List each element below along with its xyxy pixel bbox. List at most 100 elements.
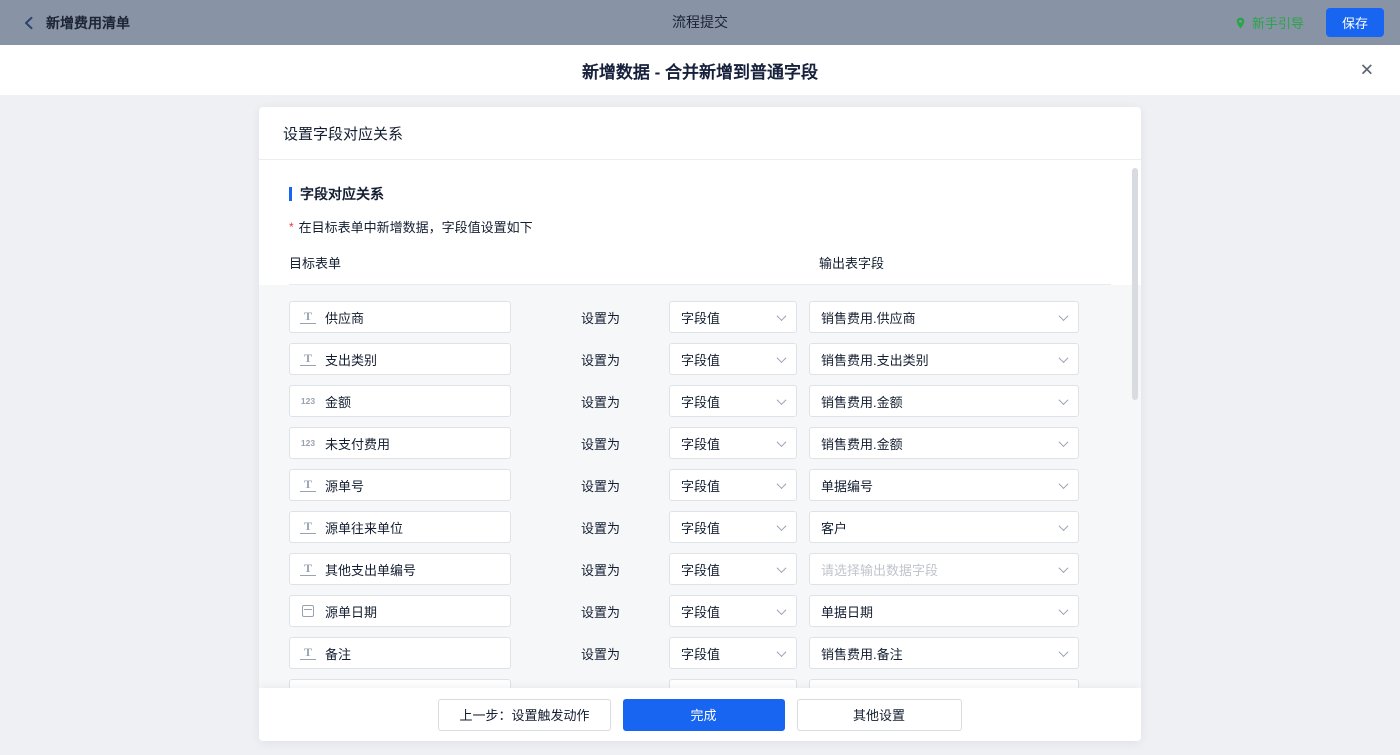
target-field-input[interactable]: 123 未支付费用	[289, 427, 511, 459]
set-as-label: 设置为	[581, 604, 621, 620]
topbar-actions: 新手引导 保存	[1234, 8, 1384, 37]
chevron-down-icon	[776, 520, 787, 531]
location-pin-icon	[1236, 17, 1245, 28]
field-mapping-row: T 供应商 设置为 字段值 销售费用.供应商	[289, 301, 1111, 333]
output-field-select[interactable]: 销售费用.支出类别	[809, 343, 1079, 375]
field-mapping-row: T 备注 设置为 字段值 销售费用.备注	[289, 637, 1111, 669]
output-field-select[interactable]: 销售费用.备注	[809, 637, 1079, 669]
close-icon: ✕	[1359, 60, 1374, 80]
set-as-label: 设置为	[581, 478, 621, 494]
output-field-value: 销售费用.金额	[821, 394, 903, 410]
value-mode-select[interactable]: 字段值	[669, 637, 797, 669]
value-mode-select[interactable]: 字段值	[669, 595, 797, 627]
target-field-name: 源单号	[325, 478, 365, 494]
done-button[interactable]: 完成	[622, 698, 785, 731]
target-field-input[interactable]: T 其他支出单编号	[289, 553, 511, 585]
required-mark: *	[289, 219, 294, 234]
value-mode-select[interactable]: 字段值	[669, 553, 797, 585]
chevron-down-icon	[1058, 478, 1069, 489]
column-headers: 目标表单 输出表字段	[289, 253, 1111, 285]
field-mapping-row: T 源单往来单位 设置为 字段值 客户	[289, 511, 1111, 543]
chevron-down-icon	[776, 310, 787, 321]
output-field-select[interactable]: 请选择输出数据字段	[809, 553, 1079, 585]
field-mapping-row: T 源单号 设置为 字段值 单据编号	[289, 469, 1111, 501]
output-field-select[interactable]	[809, 679, 1079, 688]
text-field-icon: T	[300, 310, 316, 324]
other-settings-button[interactable]: 其他设置	[796, 698, 962, 731]
modal-header: 新增数据 - 合并新增到普通字段 ✕	[0, 45, 1400, 95]
target-field-input[interactable]: 123 金额	[289, 385, 511, 417]
output-field-select[interactable]: 客户	[809, 511, 1079, 543]
target-field-input[interactable]: T 源单往来单位	[289, 511, 511, 543]
target-field-name: 支出类别	[325, 352, 378, 368]
modal-title: 新增数据 - 合并新增到普通字段	[581, 62, 819, 82]
output-field-select[interactable]: 销售费用.金额	[809, 427, 1079, 459]
target-field-input[interactable]: T 供应商	[289, 301, 511, 333]
field-mapping-row: T 其他支出单编号 设置为 字段值 请选择输出数据字段	[289, 553, 1111, 585]
chevron-left-icon	[25, 16, 33, 29]
value-mode-value: 字段值	[681, 478, 721, 494]
scrollbar-thumb[interactable]	[1132, 168, 1138, 400]
target-field-input[interactable]: T 备注	[289, 637, 511, 669]
value-mode-select[interactable]	[669, 679, 797, 688]
top-app-bar: 新增费用清单 流程提交 新手引导 保存	[0, 0, 1400, 45]
text-field-icon: T	[300, 562, 316, 576]
value-mode-select[interactable]: 字段值	[669, 343, 797, 375]
number-field-icon: 123	[300, 437, 316, 448]
chevron-down-icon	[776, 478, 787, 489]
date-field-icon	[300, 605, 316, 617]
accent-bar	[289, 187, 292, 201]
hint-label: 在目标表单中新增数据，字段值设置如下	[298, 220, 533, 235]
field-mapping-row-partial	[289, 679, 1111, 688]
set-as-label: 设置为	[581, 352, 621, 368]
panel-header: 设置字段对应关系	[259, 107, 1141, 160]
field-mapping-row: T 支出类别 设置为 字段值 销售费用.支出类别	[289, 343, 1111, 375]
chevron-down-icon	[776, 352, 787, 363]
beginner-guide-button[interactable]: 新手引导	[1234, 13, 1304, 32]
target-field-input[interactable]: T 源单号	[289, 469, 511, 501]
output-field-select[interactable]: 单据编号	[809, 469, 1079, 501]
target-field-name: 供应商	[325, 310, 365, 326]
target-field-name: 其他支出单编号	[325, 562, 417, 578]
chevron-down-icon	[776, 436, 787, 447]
text-field-icon: T	[300, 352, 316, 366]
output-field-value: 销售费用.供应商	[821, 310, 916, 326]
chevron-down-icon	[1058, 352, 1069, 363]
value-mode-select[interactable]: 字段值	[669, 511, 797, 543]
close-button[interactable]: ✕	[1360, 62, 1374, 79]
value-mode-value: 字段值	[681, 646, 721, 662]
output-field-value: 客户	[821, 520, 848, 536]
target-field-input[interactable]: 源单日期	[289, 595, 511, 627]
field-mapping-row: 源单日期 设置为 字段值 单据日期	[289, 595, 1111, 627]
target-field-input[interactable]	[289, 679, 511, 688]
prev-step-button[interactable]: 上一步：设置触发动作	[438, 698, 611, 731]
value-mode-select[interactable]: 字段值	[669, 427, 797, 459]
value-mode-value: 字段值	[681, 394, 721, 410]
output-field-select[interactable]: 单据日期	[809, 595, 1079, 627]
set-as-label: 设置为	[581, 436, 621, 452]
field-mapping-panel: 设置字段对应关系 字段对应关系 * 在目标表单中新增数据，字段值设置如下 目标表…	[259, 107, 1141, 741]
chevron-down-icon	[1058, 562, 1069, 573]
back-button[interactable]	[16, 10, 42, 36]
chevron-down-icon	[776, 394, 787, 405]
output-field-select[interactable]: 销售费用.金额	[809, 385, 1079, 417]
save-button[interactable]: 保存	[1325, 8, 1384, 37]
target-field-name: 源单往来单位	[325, 520, 404, 536]
value-mode-select[interactable]: 字段值	[669, 301, 797, 333]
text-field-icon: T	[300, 646, 316, 660]
value-mode-select[interactable]: 字段值	[669, 385, 797, 417]
field-mapping-row: 123 未支付费用 设置为 字段值 销售费用.金额	[289, 427, 1111, 459]
output-field-value: 销售费用.金额	[821, 436, 903, 452]
target-field-name: 源单日期	[325, 604, 378, 620]
chevron-down-icon	[1058, 520, 1069, 531]
set-as-label: 设置为	[581, 520, 621, 536]
target-field-input[interactable]: T 支出类别	[289, 343, 511, 375]
target-field-name: 备注	[325, 646, 352, 662]
chevron-down-icon	[1058, 436, 1069, 447]
value-mode-value: 字段值	[681, 310, 721, 326]
value-mode-value: 字段值	[681, 562, 721, 578]
output-field-select[interactable]: 销售费用.供应商	[809, 301, 1079, 333]
output-field-value: 单据编号	[821, 478, 874, 494]
value-mode-select[interactable]: 字段值	[669, 469, 797, 501]
text-field-icon: T	[300, 478, 316, 492]
